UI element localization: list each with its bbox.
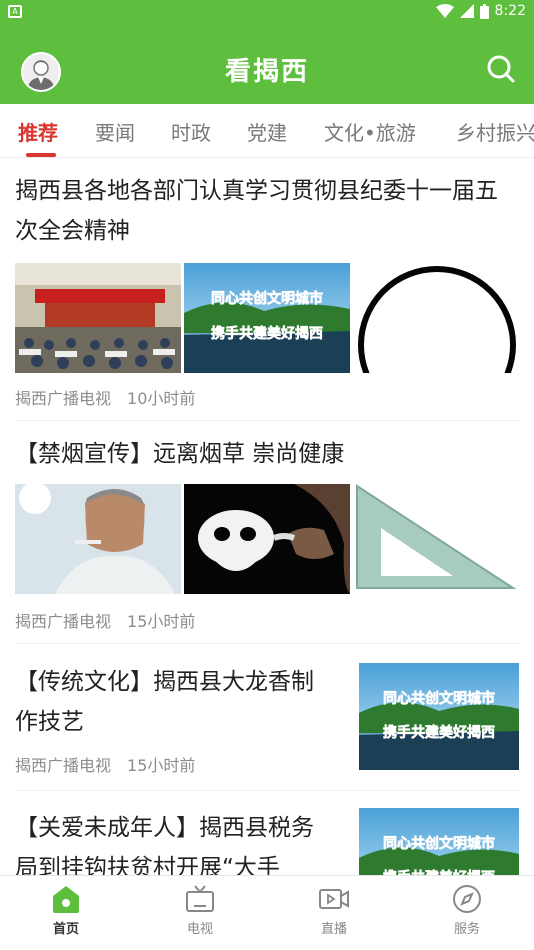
article-time: 15小时前 xyxy=(127,756,196,775)
civilized-city-banner-image: 同心共创文明城市 携手共建美好揭西 xyxy=(184,263,350,373)
clock: 8:22 xyxy=(494,3,526,19)
nav-tv-label: 电视 xyxy=(186,922,213,937)
search-icon xyxy=(487,55,515,83)
nav-home[interactable]: 首页 xyxy=(26,884,106,937)
app-title: 看揭西 xyxy=(224,57,309,87)
tab-recommend[interactable]: 推荐 xyxy=(18,117,58,146)
article-title: 【关爱未成年人】揭西县税务局到挂钩扶贫村开展“大手 xyxy=(15,815,314,875)
banner-line2: 携手共建美好揭西 xyxy=(383,724,495,741)
banner-line1: 同心共创文明城市 xyxy=(383,690,495,707)
article-time: 10小时前 xyxy=(127,389,196,408)
news-feed[interactable]: 揭西县各地各部门认真学习贯彻县纪委十一届五次全会精神 同心共创文明城市 携手共建… xyxy=(0,159,534,875)
smoke-skull-photo xyxy=(184,484,350,594)
tab-party[interactable]: 党建 xyxy=(247,117,287,146)
article-card[interactable]: 【禁烟宣传】远离烟草 崇尚健康 揭西广播电视 15小时前 xyxy=(15,424,519,644)
ring-image xyxy=(353,263,519,373)
article-source: 揭西广播电视 xyxy=(15,756,112,775)
nav-live-label: 直播 xyxy=(320,922,347,937)
article-card[interactable]: 【传统文化】揭西县大龙香制作技艺 揭西广播电视 15小时前 同心共创文明城市 携手… xyxy=(15,645,519,791)
article-title: 揭西县各地各部门认真学习贯彻县纪委十一届五次全会精神 xyxy=(15,178,498,244)
article-time: 15小时前 xyxy=(127,612,196,631)
status-bar: A 8:22 xyxy=(0,0,534,24)
civilized-city-banner-image: 同心共创文明城市 携手共建美好揭西 xyxy=(359,663,519,770)
compass-icon xyxy=(453,885,481,913)
tab-headlines[interactable]: 要闻 xyxy=(95,117,135,146)
banner-line1: 同心共创文明城市 xyxy=(211,290,323,307)
home-icon xyxy=(53,886,79,913)
banner-line1: 同心共创文明城市 xyxy=(383,835,495,852)
banner-line2: 携手共建美好揭西 xyxy=(211,325,323,342)
tab-politics[interactable]: 时政 xyxy=(171,117,211,146)
tab-rural[interactable]: 乡村振兴 xyxy=(456,117,534,146)
tab-culture-travel[interactable]: 文化•旅游 xyxy=(324,117,416,146)
smoking-man-photo xyxy=(15,484,181,594)
tv-icon xyxy=(186,885,214,912)
article-source: 揭西广播电视 xyxy=(15,612,112,631)
civilized-city-banner-image: 同心共创文明城市 携手共建美好揭西 xyxy=(359,808,519,875)
article-meta: 揭西广播电视 15小时前 xyxy=(15,608,519,632)
signal-icon xyxy=(459,4,474,18)
search-button[interactable] xyxy=(486,54,516,84)
nav-services-label: 服务 xyxy=(453,922,480,937)
active-tab-indicator xyxy=(26,153,56,157)
nav-live[interactable]: 直播 xyxy=(294,884,374,937)
bottom-nav: 首页 电视 直播 服务 xyxy=(0,875,534,950)
article-title: 【传统文化】揭西县大龙香制作技艺 xyxy=(15,669,314,735)
nav-tv[interactable]: 电视 xyxy=(160,884,240,937)
meeting-photo xyxy=(15,263,181,373)
article-source: 揭西广播电视 xyxy=(15,389,112,408)
live-video-icon xyxy=(319,889,349,909)
article-title: 【禁烟宣传】远离烟草 崇尚健康 xyxy=(15,441,345,467)
app-bar: 看揭西 xyxy=(0,24,534,104)
status-icons: 8:22 xyxy=(435,3,526,19)
battery-icon xyxy=(479,3,489,19)
notification-icon: A xyxy=(8,5,22,18)
wifi-icon xyxy=(435,4,454,18)
category-tabs: 推荐 要闻 时政 党建 文化•旅游 乡村振兴 xyxy=(0,104,534,158)
nav-services[interactable]: 服务 xyxy=(427,884,507,937)
article-meta: 揭西广播电视 10小时前 xyxy=(15,385,519,409)
article-card[interactable]: 揭西县各地各部门认真学习贯彻县纪委十一届五次全会精神 同心共创文明城市 携手共建… xyxy=(15,171,519,421)
article-card[interactable]: 【关爱未成年人】揭西县税务局到挂钩扶贫村开展“大手 同心共创文明城市 携手共建美… xyxy=(15,792,519,875)
triangle-ruler-image xyxy=(353,484,519,594)
nav-home-label: 首页 xyxy=(52,922,79,937)
